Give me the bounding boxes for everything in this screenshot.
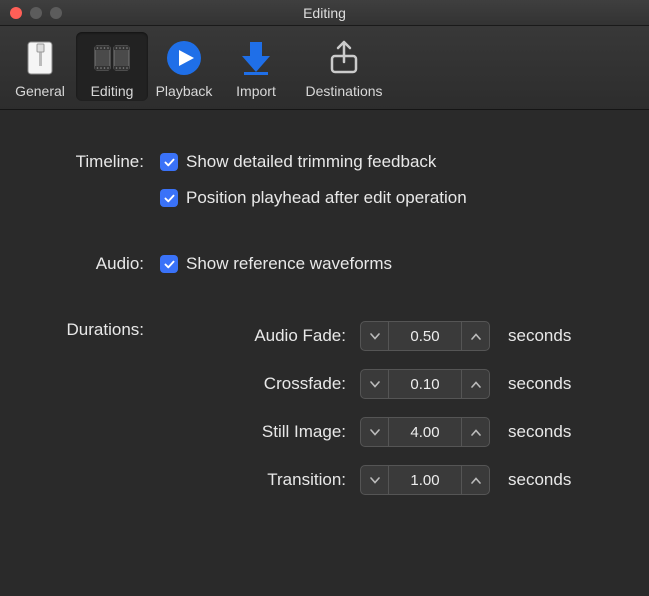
import-icon — [234, 36, 278, 80]
toolbar-tab-label: General — [15, 83, 65, 99]
maximize-button[interactable] — [50, 7, 62, 19]
checkbox-label: Position playhead after edit operation — [186, 188, 467, 208]
general-icon — [18, 36, 62, 80]
titlebar: Editing — [0, 0, 649, 26]
playback-icon — [162, 36, 206, 80]
duration-unit: seconds — [508, 326, 571, 346]
stepper-value[interactable]: 0.50 — [389, 322, 461, 350]
durations-section: Durations: Audio Fade: 0.50 seconds Cros… — [40, 318, 609, 510]
editing-icon — [90, 36, 134, 80]
duration-label: Audio Fade: — [160, 326, 360, 346]
toolbar-tab-import[interactable]: Import — [220, 32, 292, 101]
duration-row-audio-fade: Audio Fade: 0.50 seconds — [160, 318, 609, 354]
stepper-value[interactable]: 4.00 — [389, 418, 461, 446]
minimize-button[interactable] — [30, 7, 42, 19]
checkbox-reference-waveforms[interactable] — [160, 255, 178, 273]
chevron-down-icon — [370, 381, 380, 388]
durations-label: Durations: — [40, 318, 160, 510]
stepper-crossfade[interactable]: 0.10 — [360, 369, 490, 399]
chevron-down-icon — [370, 429, 380, 436]
stepper-increment[interactable] — [461, 370, 489, 398]
window-title: Editing — [0, 5, 649, 21]
close-button[interactable] — [10, 7, 22, 19]
chevron-down-icon — [370, 477, 380, 484]
checkbox-row-position-playhead: Position playhead after edit operation — [160, 186, 609, 210]
stepper-still-image[interactable]: 4.00 — [360, 417, 490, 447]
stepper-audio-fade[interactable]: 0.50 — [360, 321, 490, 351]
audio-section: Audio: Show reference waveforms — [40, 252, 609, 288]
stepper-value[interactable]: 1.00 — [389, 466, 461, 494]
checkbox-row-detailed-trimming: Show detailed trimming feedback — [160, 150, 609, 174]
checkbox-row-reference-waveforms: Show reference waveforms — [160, 252, 609, 276]
stepper-decrement[interactable] — [361, 418, 389, 446]
toolbar-tab-playback[interactable]: Playback — [148, 32, 220, 101]
duration-row-crossfade: Crossfade: 0.10 seconds — [160, 366, 609, 402]
checkbox-label: Show detailed trimming feedback — [186, 152, 436, 172]
traffic-lights — [0, 7, 62, 19]
timeline-section: Timeline: Show detailed trimming feedbac… — [40, 150, 609, 222]
toolbar: General Editing Playba — [0, 26, 649, 110]
stepper-increment[interactable] — [461, 418, 489, 446]
chevron-down-icon — [370, 333, 380, 340]
toolbar-tab-destinations[interactable]: Destinations — [292, 32, 396, 101]
duration-row-transition: Transition: 1.00 seconds — [160, 462, 609, 498]
toolbar-tab-general[interactable]: General — [4, 32, 76, 101]
toolbar-tab-label: Editing — [91, 83, 134, 99]
duration-row-still-image: Still Image: 4.00 seconds — [160, 414, 609, 450]
toolbar-tab-label: Playback — [156, 83, 213, 99]
stepper-decrement[interactable] — [361, 322, 389, 350]
duration-unit: seconds — [508, 422, 571, 442]
content-area: Timeline: Show detailed trimming feedbac… — [0, 110, 649, 510]
toolbar-tab-label: Import — [236, 83, 276, 99]
timeline-label: Timeline: — [40, 150, 160, 222]
checkbox-label: Show reference waveforms — [186, 254, 392, 274]
checkbox-position-playhead[interactable] — [160, 189, 178, 207]
stepper-increment[interactable] — [461, 466, 489, 494]
stepper-decrement[interactable] — [361, 370, 389, 398]
duration-unit: seconds — [508, 374, 571, 394]
chevron-up-icon — [471, 429, 481, 436]
duration-label: Still Image: — [160, 422, 360, 442]
stepper-increment[interactable] — [461, 322, 489, 350]
chevron-up-icon — [471, 381, 481, 388]
destinations-icon — [322, 36, 366, 80]
checkbox-detailed-trimming[interactable] — [160, 153, 178, 171]
duration-label: Transition: — [160, 470, 360, 490]
audio-label: Audio: — [40, 252, 160, 288]
toolbar-tab-editing[interactable]: Editing — [76, 32, 148, 101]
chevron-up-icon — [471, 477, 481, 484]
duration-unit: seconds — [508, 470, 571, 490]
chevron-up-icon — [471, 333, 481, 340]
stepper-transition[interactable]: 1.00 — [360, 465, 490, 495]
duration-label: Crossfade: — [160, 374, 360, 394]
stepper-decrement[interactable] — [361, 466, 389, 494]
toolbar-tab-label: Destinations — [305, 83, 382, 99]
stepper-value[interactable]: 0.10 — [389, 370, 461, 398]
